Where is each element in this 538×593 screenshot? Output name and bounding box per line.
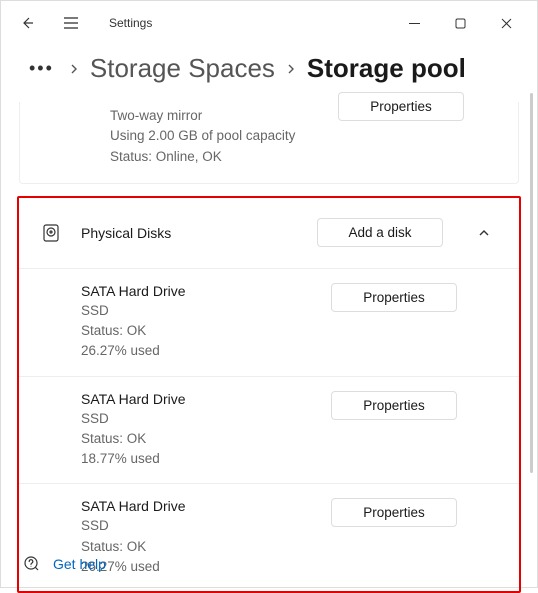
minimize-button[interactable] (391, 7, 437, 39)
disk-name: SATA Hard Drive (81, 498, 315, 514)
add-disk-button[interactable]: Add a disk (317, 218, 443, 247)
minimize-icon (409, 18, 420, 29)
disk-type: SSD (81, 301, 315, 321)
disk-used: 26.27% used (81, 557, 315, 577)
disk-type: SSD (81, 516, 315, 536)
chevron-up-icon (477, 226, 491, 240)
disk-item: SATA Hard Drive SSD Status: OK 26.27% us… (19, 483, 519, 591)
hamburger-icon (63, 16, 79, 30)
app-title: Settings (109, 16, 152, 30)
status-text: Status: Online, OK (110, 147, 500, 167)
section-title: Physical Disks (81, 225, 301, 241)
breadcrumb-current: Storage pool (307, 53, 466, 84)
chevron-right-icon (68, 62, 80, 80)
disk-status: Status: OK (81, 429, 315, 449)
maximize-icon (455, 18, 466, 29)
disk-properties-button[interactable]: Properties (331, 498, 457, 527)
disk-name: SATA Hard Drive (81, 283, 315, 299)
back-button[interactable] (9, 5, 45, 41)
disk-used: 26.27% used (81, 341, 315, 361)
menu-button[interactable] (53, 5, 89, 41)
close-icon (501, 18, 512, 29)
disk-properties-button[interactable]: Properties (331, 391, 457, 420)
help-icon (23, 555, 41, 573)
disk-name: SATA Hard Drive (81, 391, 315, 407)
maximize-button[interactable] (437, 7, 483, 39)
properties-button[interactable]: Properties (338, 92, 464, 121)
get-help-link[interactable]: Get help (53, 556, 106, 572)
scrollbar[interactable] (530, 93, 533, 473)
disk-used: 18.77% used (81, 449, 315, 469)
titlebar: Settings (1, 1, 537, 45)
breadcrumb-ellipsis[interactable]: ••• (25, 58, 58, 79)
breadcrumb-storage-spaces[interactable]: Storage Spaces (90, 53, 275, 84)
back-arrow-icon (19, 15, 35, 31)
storage-space-card: Properties Two-way mirror Using 2.00 GB … (19, 102, 519, 184)
disk-item: SATA Hard Drive SSD Status: OK 18.77% us… (19, 376, 519, 484)
close-button[interactable] (483, 7, 529, 39)
disk-status: Status: OK (81, 537, 315, 557)
physical-disks-section: Physical Disks Add a disk SATA Hard Driv… (17, 196, 521, 593)
disk-item: SATA Hard Drive SSD Status: OK 26.27% us… (19, 268, 519, 376)
disk-properties-button[interactable]: Properties (331, 283, 457, 312)
pool-capacity-used: Using 2.00 GB of pool capacity (110, 126, 500, 146)
chevron-right-icon (285, 62, 297, 80)
disk-icon (41, 223, 61, 243)
collapse-button[interactable] (467, 216, 501, 250)
disk-type: SSD (81, 409, 315, 429)
disk-status: Status: OK (81, 321, 315, 341)
